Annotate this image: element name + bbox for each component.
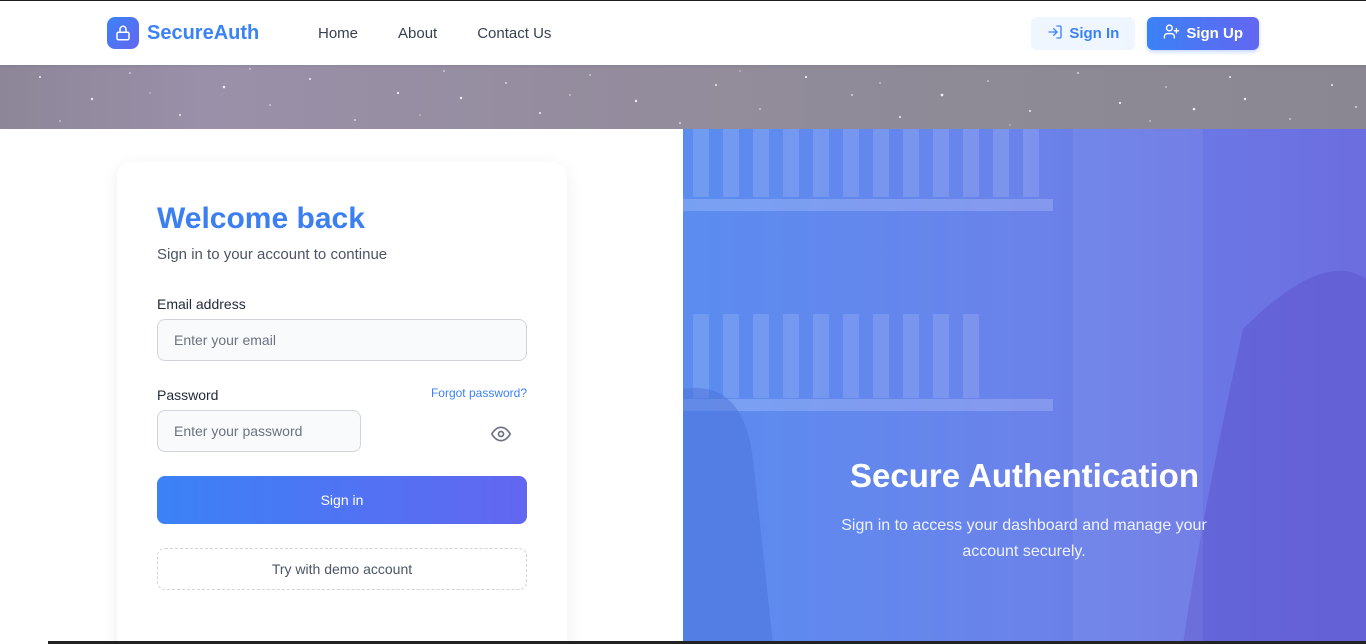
nav-link-contact[interactable]: Contact Us — [477, 25, 551, 42]
login-card: Welcome back Sign in to your account to … — [117, 162, 567, 644]
password-label: Password — [157, 387, 219, 403]
user-plus-icon — [1163, 23, 1180, 44]
nav-sign-in-button[interactable]: Sign In — [1031, 17, 1136, 50]
starry-banner — [0, 65, 1366, 129]
nav-sign-up-label: Sign Up — [1186, 25, 1243, 42]
nav-actions: Sign In Sign Up — [1031, 17, 1259, 50]
login-section: Welcome back Sign in to your account to … — [0, 129, 683, 644]
brand[interactable]: SecureAuth — [107, 17, 259, 49]
hero-background-image — [683, 129, 1366, 644]
log-in-icon — [1047, 24, 1063, 44]
nav-sign-in-label: Sign In — [1069, 25, 1120, 42]
lock-icon — [107, 17, 139, 49]
hero-panel: Secure Authentication Sign in to access … — [683, 129, 1366, 644]
hero-description: Sign in to access your dashboard and man… — [841, 517, 1207, 560]
starfield-image — [39, 68, 1357, 126]
password-input[interactable] — [157, 410, 361, 452]
nav-link-home[interactable]: Home — [318, 25, 358, 42]
brand-name: SecureAuth — [147, 21, 260, 44]
hero-title: Secure Authentication — [850, 457, 1199, 494]
nav-sign-up-button[interactable]: Sign Up — [1147, 17, 1259, 50]
login-title: Welcome back — [157, 202, 365, 235]
nav-links: Home About Contact Us — [318, 25, 551, 42]
nav-link-about[interactable]: About — [398, 25, 437, 42]
sign-in-button[interactable]: Sign in — [157, 476, 527, 524]
eye-icon[interactable] — [491, 424, 511, 444]
login-subtitle: Sign in to your account to continue — [157, 246, 388, 263]
top-navbar: SecureAuth Home About Contact Us Sign In — [0, 0, 1366, 65]
email-label: Email address — [157, 296, 246, 312]
demo-account-button[interactable]: Try with demo account — [157, 548, 527, 590]
forgot-password-link[interactable]: Forgot password? — [431, 386, 527, 400]
email-input[interactable] — [157, 319, 527, 361]
